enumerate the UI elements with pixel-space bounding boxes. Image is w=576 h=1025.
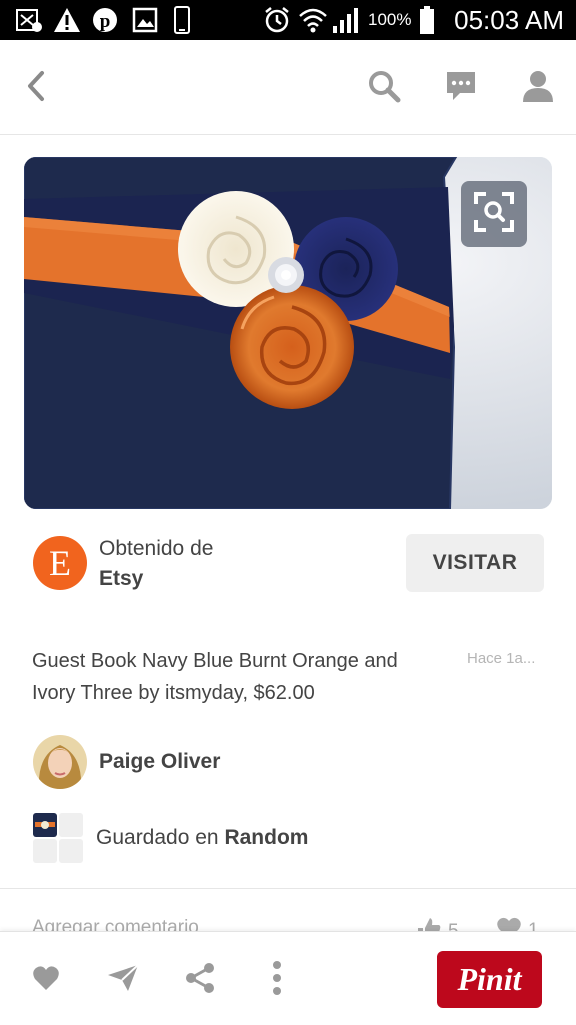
phone-icon xyxy=(170,6,194,34)
profile-icon xyxy=(521,69,555,108)
search-icon xyxy=(367,69,401,108)
messages-button[interactable] xyxy=(441,68,481,108)
share-icon xyxy=(184,962,216,999)
svg-text:p: p xyxy=(100,11,111,32)
heart-icon xyxy=(32,965,60,996)
board-saved-line[interactable]: Guardado en Random xyxy=(96,826,308,850)
source-logo[interactable]: E xyxy=(33,536,87,590)
share-button[interactable] xyxy=(182,962,218,998)
back-icon xyxy=(24,70,48,107)
board-name: Random xyxy=(224,826,309,849)
battery-percent: 100% xyxy=(368,10,412,29)
image-icon xyxy=(130,6,160,34)
pinner-name[interactable]: Paige Oliver xyxy=(99,750,220,774)
alarm-icon xyxy=(262,6,292,34)
source-label: Obtenido de xyxy=(99,537,214,560)
top-nav-bar xyxy=(0,40,576,135)
visual-search-icon xyxy=(472,190,516,239)
pin-time-ago: Hace 1a... xyxy=(467,650,536,667)
clock: 05:03 AM xyxy=(454,5,564,35)
battery-icon xyxy=(416,6,438,34)
back-button[interactable] xyxy=(16,68,56,108)
signal-icon xyxy=(330,6,360,34)
source-name[interactable]: Etsy xyxy=(99,567,143,591)
board-prefix: Guardado en xyxy=(96,826,225,849)
board-thumbnail[interactable] xyxy=(33,813,83,863)
send-icon xyxy=(106,963,140,998)
warning-icon xyxy=(52,6,82,34)
more-options-button[interactable] xyxy=(259,960,295,1000)
profile-button[interactable] xyxy=(518,68,558,108)
visual-search-button[interactable] xyxy=(461,181,527,247)
pin-it-button[interactable]: Pinit xyxy=(437,951,542,1008)
like-button[interactable] xyxy=(28,962,64,998)
visit-button[interactable]: VISITAR xyxy=(406,534,544,592)
missed-call-icon xyxy=(14,6,44,34)
search-button[interactable] xyxy=(364,68,404,108)
divider xyxy=(0,888,576,889)
pin-description: Guest Book Navy Blue Burnt Orange and Iv… xyxy=(32,650,398,704)
send-button[interactable] xyxy=(105,962,141,998)
bottom-action-bar: Pinit xyxy=(0,931,576,1025)
more-icon xyxy=(272,960,282,1000)
messages-icon xyxy=(444,69,478,108)
avatar[interactable] xyxy=(33,735,87,789)
wifi-icon xyxy=(298,6,328,34)
pinterest-icon: p xyxy=(90,6,120,34)
status-bar: p 100% 05:03 AM xyxy=(0,0,576,40)
